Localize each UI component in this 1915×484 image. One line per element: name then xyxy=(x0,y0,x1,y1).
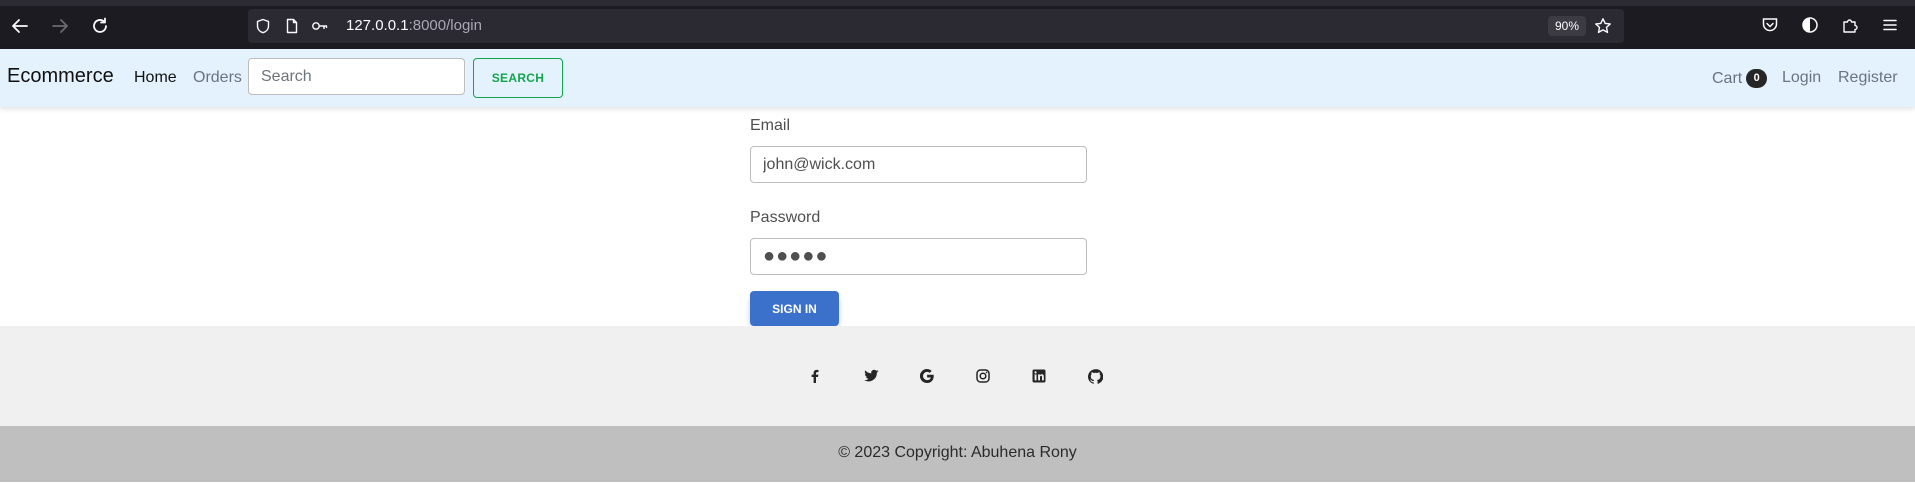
tab-strip-edge xyxy=(0,0,1915,6)
extensions-icon[interactable] xyxy=(1839,14,1861,36)
instagram-icon[interactable] xyxy=(973,366,993,386)
browser-toolbar: 127.0.0.1:8000/login 90% xyxy=(0,0,1915,49)
login-link[interactable]: Login xyxy=(1782,69,1821,87)
reload-icon xyxy=(93,17,107,33)
cart-link[interactable]: Cart 0 xyxy=(1712,69,1768,88)
url-path: :8000/login xyxy=(408,17,482,34)
brand-logo[interactable]: Ecommerce xyxy=(7,65,114,88)
back-button[interactable] xyxy=(8,14,32,38)
page-icon[interactable] xyxy=(283,17,301,35)
copyright-text: © 2023 Copyright: Abuhena Rony xyxy=(838,444,1077,461)
email-field[interactable] xyxy=(750,146,1087,183)
copyright-bar: © 2023 Copyright: Abuhena Rony xyxy=(0,426,1915,482)
shield-icon[interactable] xyxy=(254,17,272,35)
nav-link-orders[interactable]: Orders xyxy=(193,69,242,87)
arrow-right-icon xyxy=(52,19,68,33)
reload-button[interactable] xyxy=(88,14,112,38)
forward-button[interactable] xyxy=(48,14,72,38)
password-field[interactable] xyxy=(750,238,1087,275)
github-icon[interactable] xyxy=(1085,366,1105,386)
address-bar[interactable]: 127.0.0.1:8000/login 90% xyxy=(248,9,1624,43)
menu-icon[interactable] xyxy=(1879,14,1901,36)
password-label: Password xyxy=(750,209,821,226)
url-host: 127.0.0.1 xyxy=(346,17,409,34)
cart-label: Cart xyxy=(1712,69,1743,87)
email-label: Email xyxy=(750,117,791,134)
footer-social-section xyxy=(0,326,1915,426)
account-icon[interactable] xyxy=(1799,14,1821,36)
sign-in-button[interactable]: SIGN IN xyxy=(750,291,839,326)
linkedin-icon[interactable] xyxy=(1029,366,1049,386)
arrow-left-icon xyxy=(12,19,28,33)
key-icon[interactable] xyxy=(311,17,329,35)
nav-link-home[interactable]: Home xyxy=(134,69,177,87)
google-icon[interactable] xyxy=(917,366,937,386)
bookmark-star-icon[interactable] xyxy=(1594,17,1612,35)
search-input[interactable] xyxy=(248,58,465,95)
search-button[interactable]: SEARCH xyxy=(473,58,563,98)
pocket-icon[interactable] xyxy=(1759,14,1781,36)
cart-count-badge: 0 xyxy=(1746,69,1768,88)
site-navbar: Ecommerce Home Orders SEARCH Cart 0 Logi… xyxy=(0,49,1915,107)
url-text[interactable]: 127.0.0.1:8000/login xyxy=(346,17,482,34)
facebook-icon[interactable] xyxy=(805,366,825,386)
twitter-icon[interactable] xyxy=(861,366,881,386)
register-link[interactable]: Register xyxy=(1838,69,1898,87)
zoom-level-button[interactable]: 90% xyxy=(1548,16,1587,36)
